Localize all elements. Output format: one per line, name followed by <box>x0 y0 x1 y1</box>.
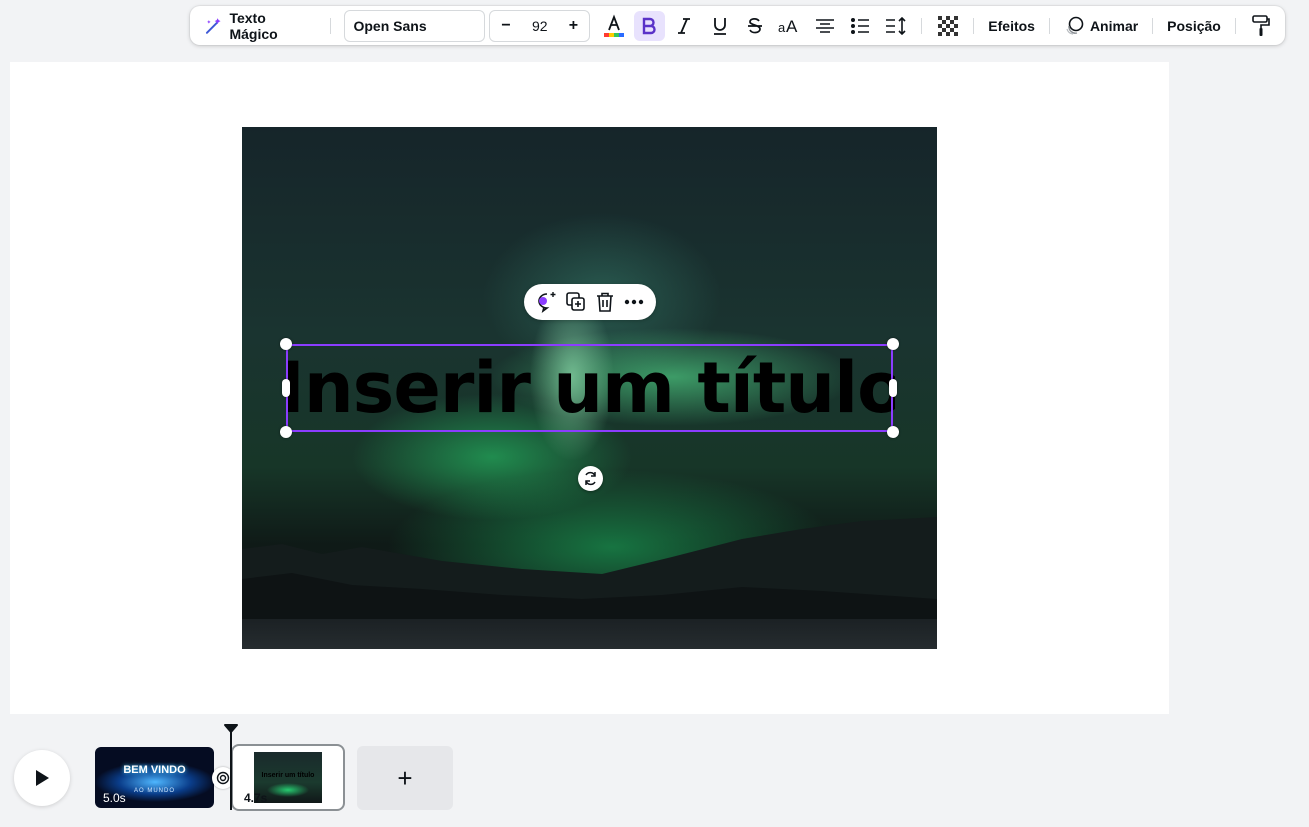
strikethrough-button[interactable] <box>739 11 770 41</box>
divider <box>1234 17 1236 34</box>
position-button[interactable]: Posição <box>1161 11 1227 41</box>
font-size-stepper[interactable]: − 92 + <box>489 9 591 42</box>
letter-case-icon: a A <box>778 17 798 35</box>
magic-text-label: Texto Mágico <box>229 9 278 42</box>
resize-handle-bottom-left[interactable] <box>280 426 292 438</box>
timeline-clip[interactable]: BEM VINDO AO MUNDO 5.0s <box>95 747 214 808</box>
magic-comment-icon <box>537 292 555 313</box>
animate-icon <box>1066 16 1084 35</box>
resize-handle-bottom-right[interactable] <box>887 426 899 438</box>
magic-text-button[interactable]: Texto Mágico <box>198 9 322 42</box>
divider <box>1152 17 1154 34</box>
magic-wand-icon <box>205 17 221 34</box>
element-context-menu <box>524 284 656 320</box>
font-family-select[interactable]: Open Sans <box>344 9 486 42</box>
copy-style-button[interactable] <box>1246 11 1277 41</box>
rotate-handle[interactable] <box>578 466 603 491</box>
transparency-icon <box>937 15 958 36</box>
font-size-value[interactable]: 92 <box>532 18 548 34</box>
add-page-button[interactable]: + <box>357 746 453 810</box>
timeline-clip[interactable]: Inserir um título 4.7s <box>234 747 342 808</box>
italic-icon <box>678 17 691 34</box>
italic-button[interactable] <box>669 11 700 41</box>
resize-handle-top-right[interactable] <box>887 338 899 350</box>
play-button[interactable] <box>14 750 70 806</box>
letter-case-button[interactable]: a A <box>774 11 805 41</box>
animate-label: Animar <box>1089 17 1139 34</box>
text-color-button[interactable] <box>598 11 629 41</box>
svg-text:A: A <box>786 17 798 35</box>
svg-text:a: a <box>778 20 786 35</box>
selection-box <box>286 344 893 432</box>
duplicate-icon <box>565 292 585 311</box>
divider <box>921 17 923 34</box>
rotate-icon <box>585 471 596 486</box>
align-center-button[interactable] <box>810 11 841 41</box>
font-family-value: Open Sans <box>353 17 427 34</box>
play-icon <box>36 770 49 786</box>
spacing-button[interactable] <box>880 11 911 41</box>
position-label: Posição <box>1167 17 1221 34</box>
effects-label: Efeitos <box>988 17 1035 34</box>
divider <box>973 17 975 34</box>
magic-comment-button[interactable] <box>535 290 559 314</box>
text-toolbar: Texto Mágico Open Sans − 92 + a A Efeito… <box>190 6 1285 45</box>
bold-button[interactable] <box>633 10 665 41</box>
delete-button[interactable] <box>593 290 617 314</box>
font-size-increase-button[interactable]: + <box>557 17 589 35</box>
more-icon <box>624 299 643 305</box>
underline-icon <box>713 17 726 35</box>
effects-button[interactable]: Efeitos <box>982 11 1041 41</box>
divider <box>329 17 331 34</box>
bold-icon <box>643 17 656 34</box>
animate-button[interactable]: Animar <box>1058 11 1144 41</box>
resize-handle-top-left[interactable] <box>280 338 292 350</box>
add-page-icon: + <box>397 762 413 793</box>
resize-handle-right[interactable] <box>889 379 897 397</box>
clip-duration: 4.7s <box>244 791 268 805</box>
text-color-icon <box>604 13 625 37</box>
strikethrough-icon <box>747 17 762 33</box>
divider <box>1048 17 1050 34</box>
clip-title: Inserir um título <box>261 772 315 779</box>
spacing-icon <box>885 16 906 35</box>
transparency-button[interactable] <box>932 11 963 41</box>
font-size-decrease-button[interactable]: − <box>490 17 522 35</box>
list-icon <box>851 17 870 34</box>
snow-ground <box>242 619 937 649</box>
list-button[interactable] <box>845 11 876 41</box>
resize-handle-left[interactable] <box>282 379 290 397</box>
duplicate-button[interactable] <box>564 290 588 314</box>
more-options-button[interactable] <box>622 290 646 314</box>
playhead[interactable] <box>223 724 239 810</box>
align-center-icon <box>816 18 835 33</box>
clip-title: BEM VINDO <box>123 764 186 776</box>
underline-button[interactable] <box>704 11 735 41</box>
clip-duration: 5.0s <box>103 791 126 805</box>
paint-roller-icon <box>1252 14 1271 36</box>
trash-icon <box>596 292 613 312</box>
